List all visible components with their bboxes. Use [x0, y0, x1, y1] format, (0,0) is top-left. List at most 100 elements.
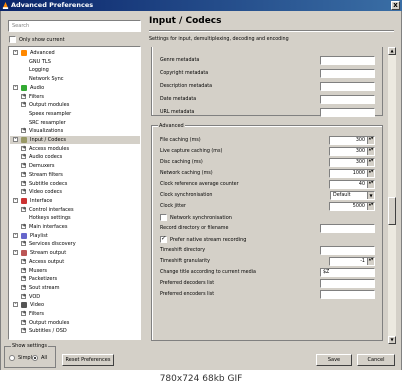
spin-arrows-icon[interactable]: ▲▼ [367, 257, 374, 265]
tree-expander-icon[interactable]: + [21, 154, 26, 160]
tree-expander-icon[interactable]: + [21, 241, 26, 247]
tree-expander-icon[interactable]: + [21, 171, 26, 177]
tree-item[interactable]: Speex resampler [10, 110, 140, 118]
record-dir-input[interactable] [320, 224, 375, 233]
network-sync-checkbox[interactable] [160, 214, 167, 221]
tree-item[interactable]: + Sout stream [10, 284, 140, 292]
tree-expander-icon[interactable]: + [21, 145, 26, 151]
network-sync-row[interactable]: Network synchronisation [160, 214, 232, 221]
tree-expander-icon[interactable]: + [21, 267, 26, 273]
caching-spinner[interactable]: 40 ▲▼ [329, 180, 375, 189]
clock-sync-select[interactable]: Default ▼ [330, 191, 375, 200]
tree-item[interactable]: - Advanced [10, 49, 140, 57]
preferred-decoders-input[interactable] [320, 279, 375, 288]
tree-expander-icon[interactable]: - [13, 302, 18, 308]
tree-expander-icon[interactable]: + [21, 224, 26, 229]
tree-expander-icon[interactable]: - [13, 50, 18, 55]
tree-expander-icon[interactable]: + [21, 319, 26, 325]
tree-expander-icon[interactable]: - [13, 197, 18, 203]
metadata-input[interactable] [320, 56, 375, 65]
tree-item[interactable]: + Stream filters [10, 171, 140, 179]
tree-item[interactable]: + Main interfaces [10, 223, 140, 231]
tree-item[interactable]: + Filters [10, 310, 140, 318]
spin-arrows-icon[interactable]: ▲▼ [367, 169, 374, 177]
tree-item[interactable]: + Output modules [10, 319, 140, 327]
tree-expander-icon[interactable]: - [13, 84, 18, 90]
reset-preferences-button[interactable]: Reset Preferences [62, 354, 114, 366]
prefer-native-checkbox[interactable] [160, 235, 167, 243]
tree-item[interactable]: + Access modules [10, 145, 140, 153]
spin-arrows-icon[interactable]: ▲▼ [367, 158, 374, 166]
tree-item[interactable]: Logging [10, 66, 140, 74]
spin-arrows-icon[interactable]: ▲▼ [367, 202, 374, 210]
spin-arrows-icon[interactable]: ▲▼ [367, 147, 374, 155]
tree-item[interactable]: - Playlist [10, 232, 140, 240]
cancel-button[interactable]: Cancel [357, 354, 395, 366]
tree-item[interactable]: + Filters [10, 93, 140, 101]
caching-spinner[interactable]: 300 ▲▼ [329, 158, 375, 167]
all-option[interactable]: All [32, 355, 47, 361]
tree-expander-icon[interactable]: + [21, 93, 26, 99]
prefer-native-row[interactable]: Prefer native stream recording [160, 235, 246, 243]
tree-expander-icon[interactable]: + [21, 128, 26, 134]
tree-item[interactable]: + Control interfaces [10, 206, 140, 214]
metadata-input[interactable] [320, 82, 375, 91]
tree-expander-icon[interactable]: + [21, 328, 26, 334]
caching-spinner[interactable]: 300 ▲▼ [329, 147, 375, 156]
tree-item[interactable]: + Video codecs [10, 188, 140, 196]
metadata-input[interactable] [320, 95, 375, 104]
preferred-encoders-input[interactable] [320, 290, 375, 299]
spin-arrows-icon[interactable]: ▲▼ [367, 136, 374, 144]
tree-item[interactable]: SRC resampler [10, 119, 140, 127]
tree-item[interactable]: + Visualizations [10, 127, 140, 135]
tree-expander-icon[interactable]: + [21, 284, 26, 290]
tree-item[interactable]: + Subtitles / OSD [10, 327, 140, 335]
tree-item[interactable]: - Stream output [10, 249, 140, 257]
tree-expander-icon[interactable]: + [21, 189, 26, 195]
tree-item[interactable]: - Video [10, 301, 140, 309]
tree-item[interactable]: + Muxers [10, 267, 140, 275]
close-button[interactable]: x [391, 1, 400, 10]
timeshift-dir-input[interactable] [320, 246, 375, 255]
tree-expander-icon[interactable]: + [21, 180, 26, 186]
change-title-input[interactable]: $Z [320, 268, 375, 277]
tree-item[interactable]: + Services discovery [10, 240, 140, 248]
only-show-current-checkbox[interactable] [9, 36, 16, 43]
tree-expander-icon[interactable]: - [13, 250, 18, 256]
tree-item[interactable]: GNU TLS [10, 58, 140, 66]
clock-jitter-spinner[interactable]: 5000 ▲▼ [329, 202, 375, 211]
tree-item[interactable]: + Audio codecs [10, 153, 140, 161]
only-show-current-row[interactable]: Only show current [9, 36, 65, 43]
tree-item[interactable]: + VOD [10, 293, 140, 301]
spin-arrows-icon[interactable]: ▲▼ [367, 180, 374, 188]
settings-scrollbar[interactable]: ▲ ▼ [388, 47, 396, 344]
caching-spinner[interactable]: 1000 ▲▼ [329, 169, 375, 178]
tree-item[interactable]: - Audio [10, 84, 140, 92]
scroll-up-arrow-icon[interactable]: ▲ [388, 47, 396, 55]
tree-item[interactable]: + Output modules [10, 101, 140, 109]
metadata-input[interactable] [320, 108, 375, 117]
tree-item[interactable]: + Subtitle codecs [10, 180, 140, 188]
tree-expander-icon[interactable]: + [21, 293, 26, 299]
simple-radio[interactable] [9, 355, 15, 361]
tree-item[interactable]: Network Sync [10, 75, 140, 83]
tree-item[interactable]: - Interface [10, 197, 140, 205]
tree-item[interactable]: Hotkeys settings [10, 214, 140, 222]
tree-expander-icon[interactable]: + [21, 258, 26, 264]
all-radio[interactable] [32, 355, 38, 361]
tree-item[interactable]: + Demuxers [10, 162, 140, 170]
tree-expander-icon[interactable]: + [21, 276, 26, 282]
save-button[interactable]: Save [316, 354, 352, 366]
tree-expander-icon[interactable]: - [13, 137, 18, 142]
tree-expander-icon[interactable]: + [21, 163, 26, 169]
category-tree[interactable]: - Advanced GNU TLS Logging Network Sync - Audi… [8, 46, 141, 340]
tree-expander-icon[interactable]: - [13, 232, 18, 238]
tree-item[interactable]: + Packetizers [10, 275, 140, 283]
tree-expander-icon[interactable]: + [21, 206, 26, 212]
tree-expander-icon[interactable]: + [21, 311, 26, 316]
metadata-input[interactable] [320, 69, 375, 78]
tree-expander-icon[interactable]: + [21, 102, 26, 108]
timeshift-granularity-spinner[interactable]: -1 ▲▼ [329, 257, 375, 266]
tree-item[interactable]: + Access output [10, 258, 140, 266]
scrollbar-thumb[interactable] [388, 197, 396, 225]
